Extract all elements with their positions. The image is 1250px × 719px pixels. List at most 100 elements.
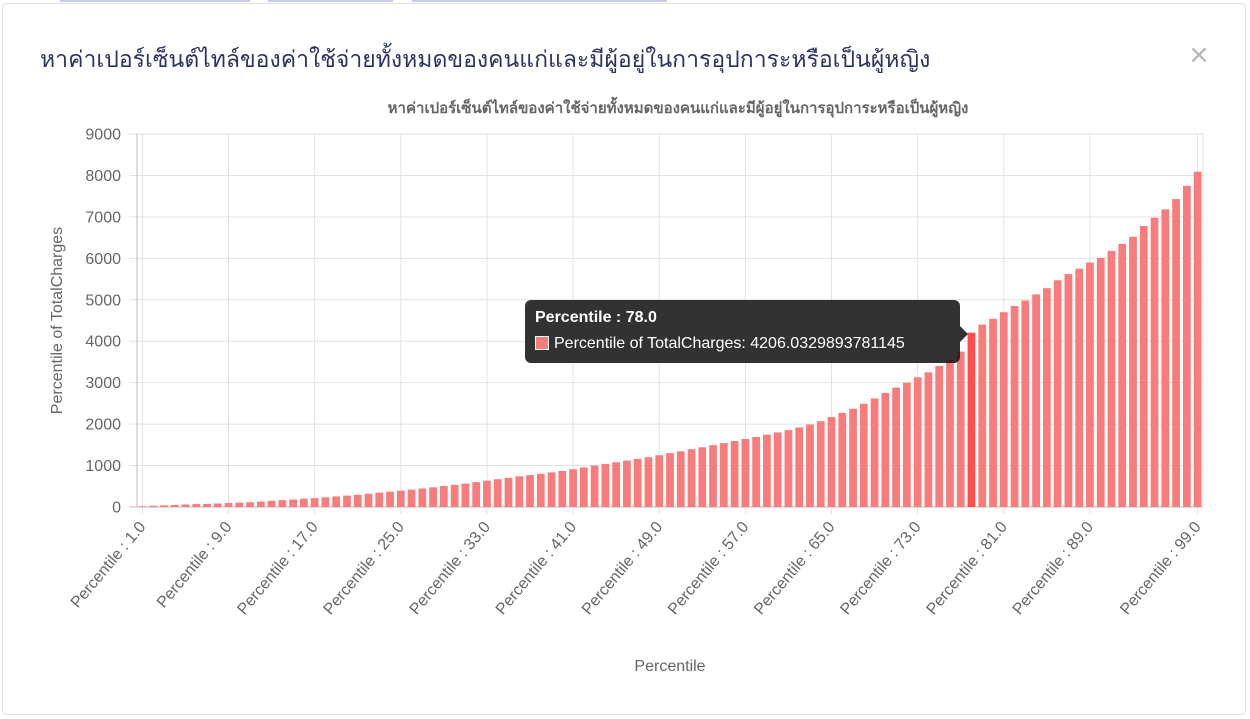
bar (999, 312, 1008, 507)
bar (235, 502, 244, 507)
bar (741, 439, 750, 507)
x-tick-label: Percentile : 49.0 (579, 519, 666, 619)
bar (1032, 294, 1040, 507)
bar (364, 493, 373, 507)
bar (1182, 185, 1191, 508)
x-axis-title: Percentile (634, 658, 705, 675)
bar (849, 408, 857, 507)
bar (375, 492, 384, 507)
bar (924, 372, 933, 507)
chart-tooltip: Percentile : 78.0 Percentile of TotalCha… (525, 300, 968, 363)
x-tick-label: Percentile : 73.0 (837, 519, 924, 619)
bar (633, 458, 642, 507)
tooltip-series-swatch (535, 336, 549, 350)
bar (1096, 257, 1105, 507)
y-axis-title: Percentile of TotalCharges (49, 227, 66, 414)
bar (343, 495, 351, 507)
bar (192, 504, 201, 507)
bar (267, 500, 276, 507)
bar (224, 503, 233, 507)
bar (246, 502, 254, 507)
bar (504, 477, 513, 507)
bar (666, 453, 674, 507)
bar (719, 443, 728, 507)
bar (1129, 236, 1137, 507)
bar (1075, 268, 1084, 507)
bar (558, 470, 567, 507)
bar (450, 484, 459, 507)
bar (1139, 226, 1148, 508)
chart-title: หาค่าเปอร์เซ็นต์ไทล์ของค่าใช้จ่ายทั้งหมด… (388, 96, 969, 118)
y-tick-label: 1000 (85, 458, 121, 475)
bar (1021, 300, 1030, 507)
x-tick-label: Percentile : 41.0 (493, 519, 580, 619)
y-tick-label: 2000 (85, 417, 121, 434)
x-tick-label: Percentile : 9.0 (154, 519, 236, 612)
bar (569, 469, 577, 507)
bar (913, 377, 922, 507)
bar (590, 465, 599, 507)
bar (709, 445, 717, 507)
bar (213, 503, 222, 507)
bar (483, 480, 491, 507)
bar (1064, 274, 1073, 507)
bar (698, 447, 707, 507)
tooltip-row: Percentile of TotalCharges: 4206.0329893… (535, 335, 950, 353)
bar (1193, 171, 1202, 507)
x-tick-label: Percentile : 99.0 (1117, 519, 1204, 619)
bar (310, 498, 319, 507)
bar (418, 488, 427, 507)
y-tick-label: 8000 (85, 168, 121, 185)
bar (1053, 280, 1062, 507)
y-tick-label: 3000 (85, 375, 121, 392)
bar (289, 499, 298, 507)
bar (493, 479, 502, 507)
bar (332, 496, 341, 507)
bar (181, 504, 190, 507)
bar (547, 472, 556, 507)
bar (526, 475, 534, 507)
bar (784, 430, 793, 507)
bar (859, 403, 868, 507)
bar (1161, 209, 1170, 507)
bar (461, 483, 470, 507)
bar (1042, 288, 1051, 507)
bar (956, 351, 965, 507)
x-tick-label: Percentile : 81.0 (924, 519, 1011, 619)
x-tick-label: Percentile : 1.0 (68, 519, 150, 612)
y-tick-label: 7000 (85, 209, 121, 226)
y-tick-label: 0 (112, 500, 121, 517)
bar (138, 506, 147, 507)
bar (935, 366, 944, 507)
x-tick-label: Percentile : 65.0 (751, 519, 838, 619)
bar (472, 482, 481, 507)
bar (946, 359, 954, 507)
bar (429, 487, 437, 507)
bar (881, 393, 890, 507)
bar (601, 463, 610, 507)
bar (687, 449, 696, 507)
bar (752, 436, 761, 507)
bar (536, 473, 545, 507)
tooltip-label: Percentile of TotalCharges: 4206.0329893… (554, 335, 905, 352)
bar (278, 500, 287, 507)
bar (623, 460, 631, 507)
bar (730, 441, 739, 507)
bar (353, 494, 362, 507)
bar (827, 417, 836, 507)
bar (579, 467, 588, 507)
bar (321, 497, 330, 507)
bar (806, 424, 814, 507)
bar (870, 398, 879, 507)
y-tick-label: 9000 (85, 127, 121, 144)
bar (892, 387, 900, 507)
bar (407, 489, 416, 507)
bar (160, 505, 168, 507)
bar (1172, 199, 1180, 507)
bar (515, 476, 524, 507)
bar (1010, 305, 1019, 507)
bar (1107, 250, 1116, 507)
bar (440, 486, 448, 507)
bar (763, 434, 771, 507)
x-tick-label: Percentile : 25.0 (321, 519, 408, 619)
